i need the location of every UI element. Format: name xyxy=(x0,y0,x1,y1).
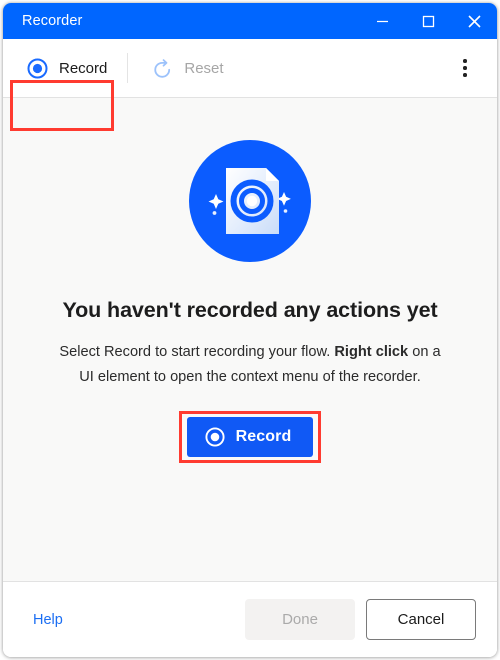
help-link[interactable]: Help xyxy=(33,612,63,628)
page-title: You haven't recorded any actions yet xyxy=(62,298,438,322)
minimize-icon xyxy=(375,14,390,29)
main-content: You haven't recorded any actions yet Sel… xyxy=(3,98,497,581)
caption-button-group xyxy=(359,3,497,39)
primary-record-label: Record xyxy=(235,428,292,445)
record-circle-icon xyxy=(205,427,225,447)
toolbar-record-button[interactable]: Record xyxy=(15,48,119,88)
toolbar-record-label: Record xyxy=(59,59,108,77)
toolbar-divider xyxy=(127,53,129,83)
minimize-button[interactable] xyxy=(359,3,405,39)
instruction-line-3: menu of the recorder. xyxy=(282,369,421,385)
footer-bar: Help Done Cancel xyxy=(3,581,497,657)
footer-actions: Done Cancel xyxy=(245,599,476,640)
close-button[interactable] xyxy=(451,3,497,39)
instruction-line-1: Select Record to start recording your fl… xyxy=(59,344,331,360)
close-icon xyxy=(466,13,483,30)
more-vertical-icon xyxy=(463,59,467,77)
document-record-icon xyxy=(189,140,311,262)
cancel-button[interactable]: Cancel xyxy=(366,599,476,640)
reset-undo-icon xyxy=(152,58,173,79)
hero-illustration xyxy=(189,140,311,262)
more-options-button[interactable] xyxy=(449,52,481,84)
maximize-icon xyxy=(421,14,436,29)
done-button[interactable]: Done xyxy=(245,599,355,640)
window-title: Recorder xyxy=(22,13,83,29)
instruction-text: Select Record to start recording your fl… xyxy=(55,340,445,390)
toolbar-reset-button[interactable]: Reset xyxy=(140,48,235,88)
primary-record-wrapper: Record xyxy=(178,411,322,463)
recorder-window: Recorder Record Reset You haven't record… xyxy=(3,3,497,657)
primary-record-button[interactable]: Record xyxy=(186,417,314,457)
toolbar-reset-label: Reset xyxy=(184,59,224,77)
maximize-button[interactable] xyxy=(405,3,451,39)
record-circle-icon xyxy=(27,58,48,79)
instruction-bold-right-click: Right click xyxy=(334,344,409,360)
toolbar: Record Reset xyxy=(3,39,497,131)
title-bar: Recorder xyxy=(3,3,497,39)
